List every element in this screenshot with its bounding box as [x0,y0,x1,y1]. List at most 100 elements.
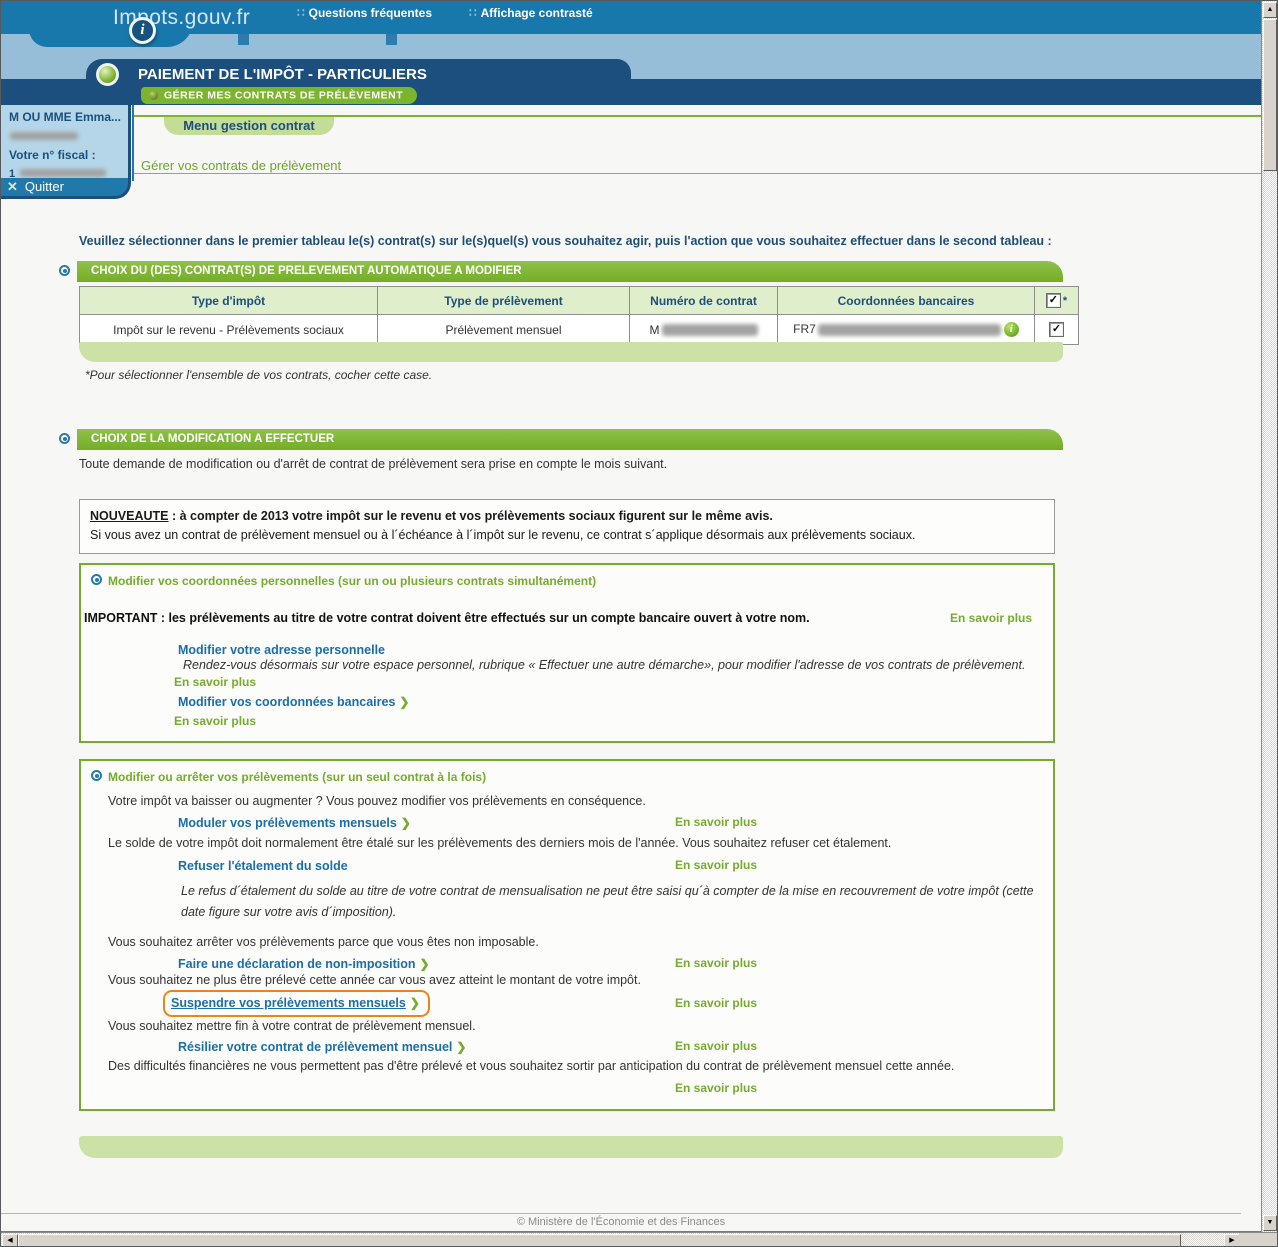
select-all-footnote: *Pour sélectionner l'ensemble de vos con… [85,368,432,382]
dots-icon: ∷ [297,6,305,20]
page-title: PAIEMENT DE L'IMPÔT - PARTICULIERS [138,66,427,83]
horizontal-scroll-thumb[interactable] [18,1234,1181,1247]
user-name: M OU MME Emma... [9,110,122,124]
fiscal-number-label: Votre n° fiscal : [9,148,122,162]
contract-row: Impôt sur le revenu - Prélèvements socia… [80,315,1079,345]
link-row: Suspendre vos prélèvements mensuels ❯ En … [163,990,1063,1017]
tax-type-cell: Impôt sur le revenu - Prélèvements socia… [80,315,378,345]
modification-notice: Toute demande de modification ou d'arrêt… [79,457,667,471]
masked-iban [818,324,1001,336]
en-savoir-plus-link[interactable]: En savoir plus [675,956,757,970]
bottom-green-bar [79,1136,1063,1158]
nav-affichage-contraste[interactable]: ∷Affichage contrasté [469,6,593,20]
masked-name [10,132,78,140]
nav-decor-square [386,34,397,45]
scroll-left-button[interactable]: ◀ [2,1234,18,1247]
en-savoir-plus-link[interactable]: En savoir plus [675,1081,757,1095]
link-row: Faire une déclaration de non-imposition ❯… [178,955,1078,973]
column-header: Type de prélèvement [378,287,630,315]
link-row: Refuser l'étalement du solde En savoir p… [178,857,1078,875]
levy-text: Des difficultés financières ne vous perm… [108,1059,954,1073]
levy-text: Votre impôt va baisser ou augmenter ? Vo… [108,794,646,808]
important-note: IMPORTANT : les prélèvements au titre de… [84,611,810,625]
levy-text: Vous souhaitez arrêter vos prélèvements … [108,935,539,949]
link-declaration-non-imposition[interactable]: Faire une déclaration de non-imposition [178,957,416,971]
dot-icon [149,91,158,100]
bullet-target-icon [91,574,102,585]
chevron-icon: ❯ [410,996,420,1010]
dots-icon: ∷ [469,6,477,20]
en-savoir-plus-link[interactable]: En savoir plus [675,858,757,872]
row-checkbox[interactable]: ✓ [1049,322,1064,337]
chevron-icon: ❯ [420,957,430,971]
user-info-box: M OU MME Emma... Votre n° fiscal : 1 [1,105,131,178]
en-savoir-plus-link[interactable]: En savoir plus [675,996,757,1010]
en-savoir-plus-link[interactable]: En savoir plus [950,611,1032,625]
column-header: Coordonnées bancaires [778,287,1035,315]
footer-copyright: © Ministère de l'Économie et des Finance… [1,1216,1241,1228]
chevron-icon: ❯ [456,1040,466,1054]
scroll-up-button[interactable]: ▲ [1263,2,1277,18]
link-row: Résilier votre contrat de prélèvement me… [178,1038,1078,1056]
table-footer-bar [79,342,1063,362]
page: Impots.gouv.fr i ∷Questions fréquentes ∷… [0,0,1278,1247]
en-savoir-plus-link[interactable]: En savoir plus [174,714,256,728]
address-note: Rendez-vous désormais sur votre espace p… [183,658,1123,672]
vertical-scrollbar[interactable]: ▲ ▼ [1261,1,1277,1232]
menu-gestion-contrat-tab[interactable]: Menu gestion contrat [164,117,334,135]
vertical-scroll-thumb[interactable] [1263,19,1277,171]
nav-questions-frequentes[interactable]: ∷Questions fréquentes [297,6,432,20]
section-title-tab: PAIEMENT DE L'IMPÔT - PARTICULIERS [86,59,631,89]
info-icon[interactable]: i [1004,322,1019,337]
quit-button[interactable]: ✕Quitter [1,178,131,199]
active-tab-gerer-contrats[interactable]: GÉRER MES CONTRATS DE PRÉLÈVEMENT [141,87,417,104]
en-savoir-plus-link[interactable]: En savoir plus [174,675,256,689]
masked-contract-number [662,324,758,336]
levy-box-title: Modifier ou arrêter vos prélèvements (su… [91,770,486,784]
link-resilier-contrat[interactable]: Résilier votre contrat de prélèvement me… [178,1040,452,1054]
scroll-down-button[interactable]: ▼ [1263,1215,1277,1231]
section-header-modification: CHOIX DE LA MODIFICATION A EFFECTUER [77,429,1063,450]
link-modify-bank[interactable]: Modifier vos coordonnées bancaires❯ [178,693,409,711]
news-box: NOUVEAUTE : à compter de 2013 votre impô… [79,499,1055,554]
row-select-cell: ✓ [1035,315,1079,345]
bullet-target-icon [59,265,70,276]
divider [134,173,1263,174]
masked-fiscal-number [20,169,106,177]
horizontal-scrollbar[interactable]: ◀ ▶ [1,1232,1241,1247]
news-label: NOUVEAUTE [90,509,168,523]
en-savoir-plus-link[interactable]: En savoir plus [675,1039,757,1053]
levy-text: Vous souhaitez ne plus être prélevé cett… [108,973,641,987]
chevron-icon: ❯ [401,816,411,830]
link-moduler[interactable]: Moduler vos prélèvements mensuels [178,816,397,830]
refus-etalement-note: Le refus d´étalement du solde au titre d… [181,881,1061,922]
divider [1,1213,1241,1214]
levy-actions-box: Modifier ou arrêter vos prélèvements (su… [79,759,1055,1111]
link-refuser-etalement[interactable]: Refuser l'étalement du solde [178,859,348,873]
section-header-contracts: CHOIX DU (DES) CONTRAT(S) DE PRELEVEMENT… [77,261,1063,282]
link-suspendre-prelevements[interactable]: Suspendre vos prélèvements mensuels [171,996,406,1010]
nav-decor-square [238,34,249,45]
sphere-icon [96,63,119,86]
highlight-outline: Suspendre vos prélèvements mensuels ❯ [163,990,430,1017]
select-all-checkbox[interactable]: ✓ [1046,293,1061,308]
personal-info-box: Modifier vos coordonnées personnelles (s… [79,563,1055,743]
iban-cell: FR7i [778,315,1035,345]
breadcrumb: Gérer vos contrats de prélèvement [141,158,341,173]
column-header: Numéro de contrat [630,287,778,315]
bullet-target-icon [91,770,102,781]
levy-text: Le solde de votre impôt doit normalement… [108,836,891,850]
scroll-right-button[interactable]: ▶ [1224,1234,1240,1247]
select-all-cell: ✓* [1035,287,1079,315]
levy-type-cell: Prélèvement mensuel [378,315,630,345]
info-circle-icon[interactable]: i [129,17,156,44]
levy-text: Vous souhaitez mettre fin à votre contra… [108,1019,476,1033]
link-modify-address[interactable]: Modifier votre adresse personnelle [178,641,385,659]
bullet-target-icon [59,433,70,444]
scrollbar-corner [1239,1232,1277,1247]
contracts-table: Type d'impôt Type de prélèvement Numéro … [79,286,1079,345]
chevron-icon: ❯ [399,695,409,709]
column-header: Type d'impôt [80,287,378,315]
intro-text: Veuillez sélectionner dans le premier ta… [79,234,1219,248]
en-savoir-plus-link[interactable]: En savoir plus [675,815,757,829]
